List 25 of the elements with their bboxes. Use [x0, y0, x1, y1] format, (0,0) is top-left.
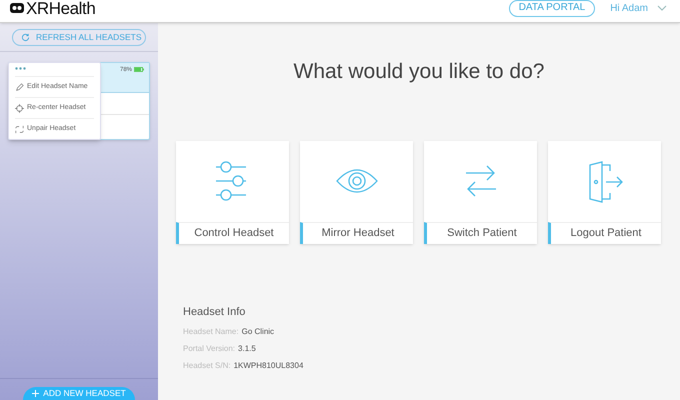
pencil-icon [15, 82, 24, 92]
info-label: Headset Name: [183, 326, 239, 338]
action-label: Mirror Headset [300, 222, 413, 244]
action-card[interactable]: Mirror Headset [300, 140, 413, 244]
chevron-down-icon[interactable] [657, 5, 667, 11]
plus-icon [32, 390, 40, 397]
action-card[interactable]: Logout Patient [548, 140, 661, 244]
info-label: Headset S/N: [183, 360, 231, 372]
action-card[interactable]: Switch Patient [424, 140, 537, 244]
section-title: Headset Info [183, 304, 246, 320]
crosshair-icon [15, 104, 24, 112]
action-card[interactable]: Control Headset [176, 140, 289, 244]
info-value: 1KWPH810UL8304 [234, 360, 304, 372]
logo-text: XRHealth [26, 0, 96, 16]
info-value: 3.1.5 [238, 343, 256, 355]
headset-logo-icon [10, 3, 24, 13]
refresh-icon [21, 32, 30, 42]
action-label: Logout Patient [548, 222, 661, 244]
action-label: Control Headset [176, 222, 289, 244]
battery-icon [134, 67, 144, 72]
more-dots-icon[interactable] [15, 67, 26, 70]
page-heading: What would you like to do? [292, 59, 546, 85]
action-label: Switch Patient [424, 222, 537, 244]
info-label: Portal Version: [183, 343, 236, 355]
info-value: Go Clinic [242, 326, 274, 338]
